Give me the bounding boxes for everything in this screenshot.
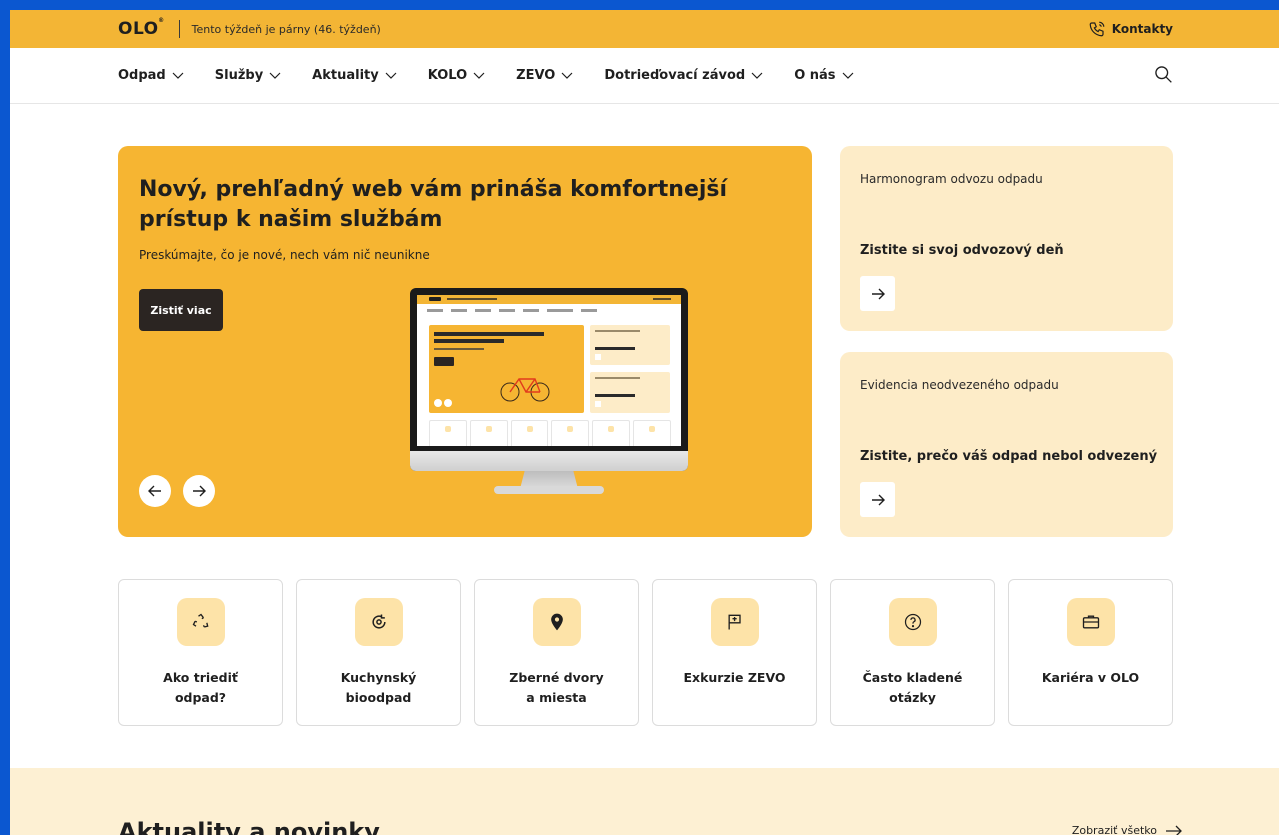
tile-label: Zberné dvory a miesta	[509, 670, 604, 705]
nav-item-o-nas[interactable]: O nás	[794, 68, 853, 83]
hero-banner: Nový, prehľadný web vám prináša komfortn…	[118, 146, 812, 537]
card-missed-pickup[interactable]: Evidencia neodvezeného odpadu Zistite, p…	[840, 352, 1173, 537]
nav-item-dotriedovaci-zavod[interactable]: Dotrieďovací závod	[604, 68, 763, 83]
chevron-down-icon	[385, 72, 397, 79]
arrow-right-icon	[871, 494, 885, 505]
question-icon	[904, 613, 922, 631]
carousel-next-button[interactable]	[183, 475, 215, 507]
learn-more-button[interactable]: Zistiť viac	[139, 289, 223, 331]
page-frame: OLO ® Tento týždeň je párny (46. týždeň) …	[10, 10, 1279, 835]
flag-icon	[728, 614, 741, 630]
phone-icon	[1089, 21, 1105, 37]
chevron-down-icon	[269, 72, 281, 79]
location-pin-icon	[551, 613, 563, 631]
nav-item-kolo[interactable]: KOLO	[428, 68, 485, 83]
card-arrow-button[interactable]	[860, 482, 895, 517]
tile-label: Často kladené otázky	[862, 670, 963, 705]
tile-label: Exkurzie ZEVO	[683, 670, 786, 685]
briefcase-icon	[1082, 615, 1100, 629]
nav-item-odpad[interactable]: Odpad	[118, 68, 184, 83]
show-all-link[interactable]: Zobraziť všetko	[1072, 824, 1183, 835]
tile-faq[interactable]: Často kladené otázky	[830, 579, 995, 726]
contacts-label: Kontakty	[1111, 22, 1173, 36]
chevron-down-icon	[751, 72, 763, 79]
arrow-right-icon	[1166, 825, 1182, 835]
card-title: Zistite, prečo váš odpad nebol odvezený	[860, 449, 1158, 464]
card-pickup-schedule[interactable]: Harmonogram odvozu odpadu Zistite si svo…	[840, 146, 1173, 331]
nav-item-zevo[interactable]: ZEVO	[516, 68, 573, 83]
chevron-down-icon	[561, 72, 573, 79]
card-subtitle: Evidencia neodvezeného odpadu	[860, 378, 1059, 392]
arrow-left-icon	[148, 485, 161, 497]
olo-logo[interactable]: OLO ®	[118, 17, 164, 39]
bio-icon	[372, 614, 386, 629]
tile-label: Kariéra v OLO	[1041, 670, 1140, 685]
search-icon	[1155, 65, 1172, 83]
chevron-down-icon	[172, 72, 184, 79]
card-title: Zistite si svoj odvozový deň	[860, 243, 1064, 258]
card-subtitle: Harmonogram odvozu odpadu	[860, 172, 1043, 186]
contacts-link[interactable]: Kontakty	[1088, 20, 1173, 38]
tile-collection-yards[interactable]: Zberné dvory a miesta	[474, 579, 639, 726]
chevron-down-icon	[473, 72, 485, 79]
card-arrow-button[interactable]	[860, 276, 895, 311]
hero-title: Nový, prehľadný web vám prináša komfortn…	[139, 177, 728, 232]
top-bar: OLO ® Tento týždeň je párny (46. týždeň) …	[10, 10, 1279, 48]
tile-careers[interactable]: Kariéra v OLO	[1008, 579, 1173, 726]
news-section: Aktuality a novinky Zobraziť všetko	[10, 768, 1279, 835]
chevron-down-icon	[842, 72, 853, 79]
tile-label: Ako triediť odpad?	[163, 670, 238, 705]
main-nav: Odpad Služby Aktuality KOLO ZEVO Dotrieď…	[10, 48, 1279, 104]
week-parity-text: Tento týždeň je párny (46. týždeň)	[191, 22, 381, 36]
search-button[interactable]	[1153, 64, 1173, 88]
monitor-frame	[410, 288, 688, 471]
monitor-screen	[417, 295, 681, 446]
tile-zevo-excursions[interactable]: Exkurzie ZEVO	[652, 579, 817, 726]
recycle-icon	[192, 613, 209, 628]
arrow-right-icon	[871, 288, 885, 299]
news-title: Aktuality a novinky	[118, 818, 380, 835]
divider	[178, 20, 180, 38]
bicycle-icon	[500, 378, 550, 402]
carousel-prev-button[interactable]	[139, 475, 171, 507]
monitor-illustration	[410, 288, 688, 494]
nav-item-aktuality[interactable]: Aktuality	[312, 68, 397, 83]
arrow-right-icon	[193, 485, 206, 497]
tile-label: Kuchynský bioodpad	[340, 670, 417, 705]
tile-kitchen-biowaste[interactable]: Kuchynský bioodpad	[296, 579, 461, 726]
nav-item-sluzby[interactable]: Služby	[215, 68, 281, 83]
hero-subtitle: Preskúmajte, čo je nové, nech vám nič ne…	[139, 248, 430, 262]
tile-how-to-sort[interactable]: Ako triediť odpad?	[118, 579, 283, 726]
